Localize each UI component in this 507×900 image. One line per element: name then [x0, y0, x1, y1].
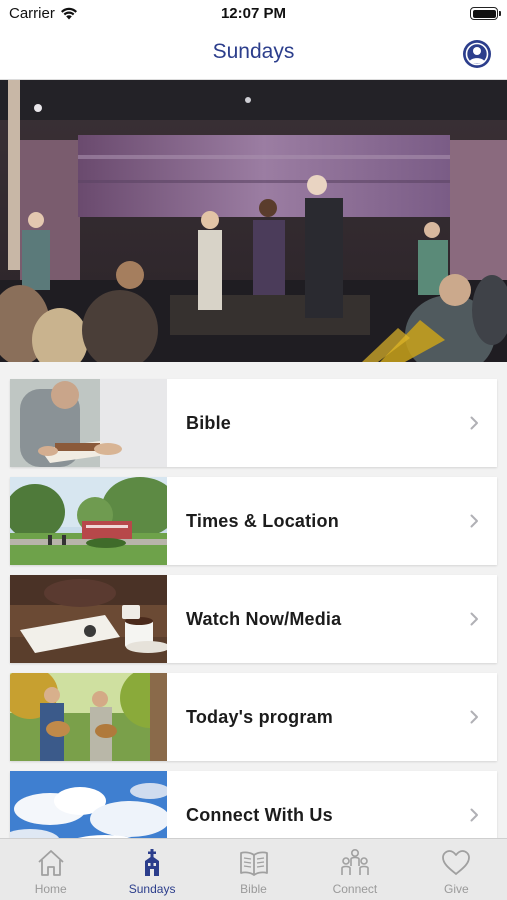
menu-item-label: Times & Location — [186, 510, 339, 531]
tab-connect[interactable]: Connect — [304, 839, 405, 900]
home-icon — [38, 850, 64, 876]
tab-give[interactable]: Give — [406, 839, 507, 900]
tab-label: Sundays — [128, 882, 176, 896]
church-sign-lawn-thumbnail — [10, 477, 167, 565]
status-bar: Carrier 12:07 PM — [0, 0, 507, 28]
user-profile-icon[interactable] — [463, 40, 491, 68]
chevron-right-icon — [470, 514, 478, 528]
book-icon — [239, 851, 268, 876]
menu-item-label: Watch Now/Media — [186, 608, 342, 629]
tab-label: Give — [443, 882, 469, 896]
chevron-right-icon — [470, 416, 478, 430]
status-time: 12:07 PM — [220, 5, 287, 22]
people-icon — [341, 848, 369, 875]
tab-home[interactable]: Home — [0, 839, 101, 900]
menu-item-watch-now-media[interactable]: Watch Now/Media — [10, 575, 497, 663]
menu-item-times-location[interactable]: Times & Location — [10, 477, 497, 565]
tab-label: Home — [34, 882, 67, 896]
page-title: Sundays — [212, 40, 295, 63]
church-stage-photo — [0, 80, 507, 362]
heart-icon — [442, 850, 471, 875]
menu-item-bible[interactable]: Bible — [10, 379, 497, 467]
tab-bar: Home Sundays Bible Connect Give — [0, 838, 507, 900]
chevron-right-icon — [470, 808, 478, 822]
chevron-right-icon — [470, 612, 478, 626]
menu-item-todays-program[interactable]: Today's program — [10, 673, 497, 761]
tab-label: Connect — [332, 882, 378, 896]
tab-bible[interactable]: Bible — [203, 839, 304, 900]
people-reading-bible-thumbnail — [10, 379, 167, 467]
coffee-and-tablet-thumbnail — [10, 575, 167, 663]
menu-item-label: Today's program — [186, 706, 333, 727]
tab-sundays[interactable]: Sundays — [101, 839, 202, 900]
hero-banner-image — [0, 80, 507, 362]
menu-item-label: Connect With Us — [186, 804, 333, 825]
guitar-players-outdoors-thumbnail — [10, 673, 167, 761]
navigation-bar: Sundays — [0, 28, 507, 80]
chevron-right-icon — [470, 710, 478, 724]
battery-icon — [470, 7, 501, 20]
menu-item-label: Bible — [186, 412, 232, 433]
church-icon — [145, 849, 160, 876]
tab-label: Bible — [240, 882, 267, 896]
menu-list: Bible Times & Location Watch Now/Media T… — [10, 379, 497, 869]
